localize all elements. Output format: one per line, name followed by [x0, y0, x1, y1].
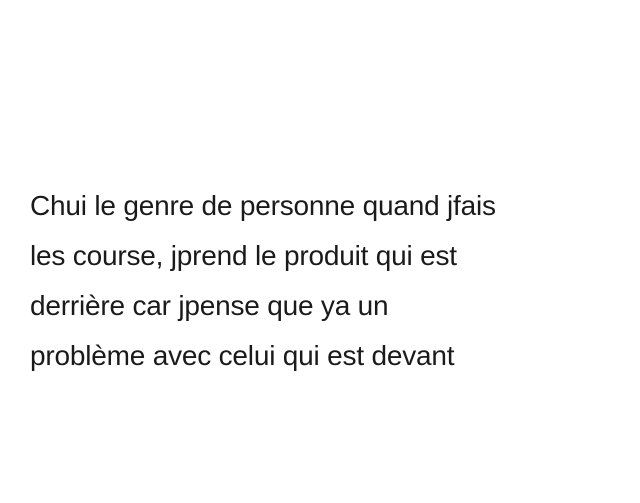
post-text-line-1: Chui le genre de personne quand jfais: [30, 190, 496, 221]
post-text: Chui le genre de personne quand jfais le…: [30, 181, 630, 381]
post-text-line-4: problème avec celui qui est devant: [30, 340, 455, 371]
post-text-line-2: les course, jprend le produit qui est: [30, 240, 457, 271]
post-text-line-3: derrière car jpense que ya un: [30, 290, 389, 321]
post-canvas: Chui le genre de personne quand jfais le…: [0, 0, 640, 503]
